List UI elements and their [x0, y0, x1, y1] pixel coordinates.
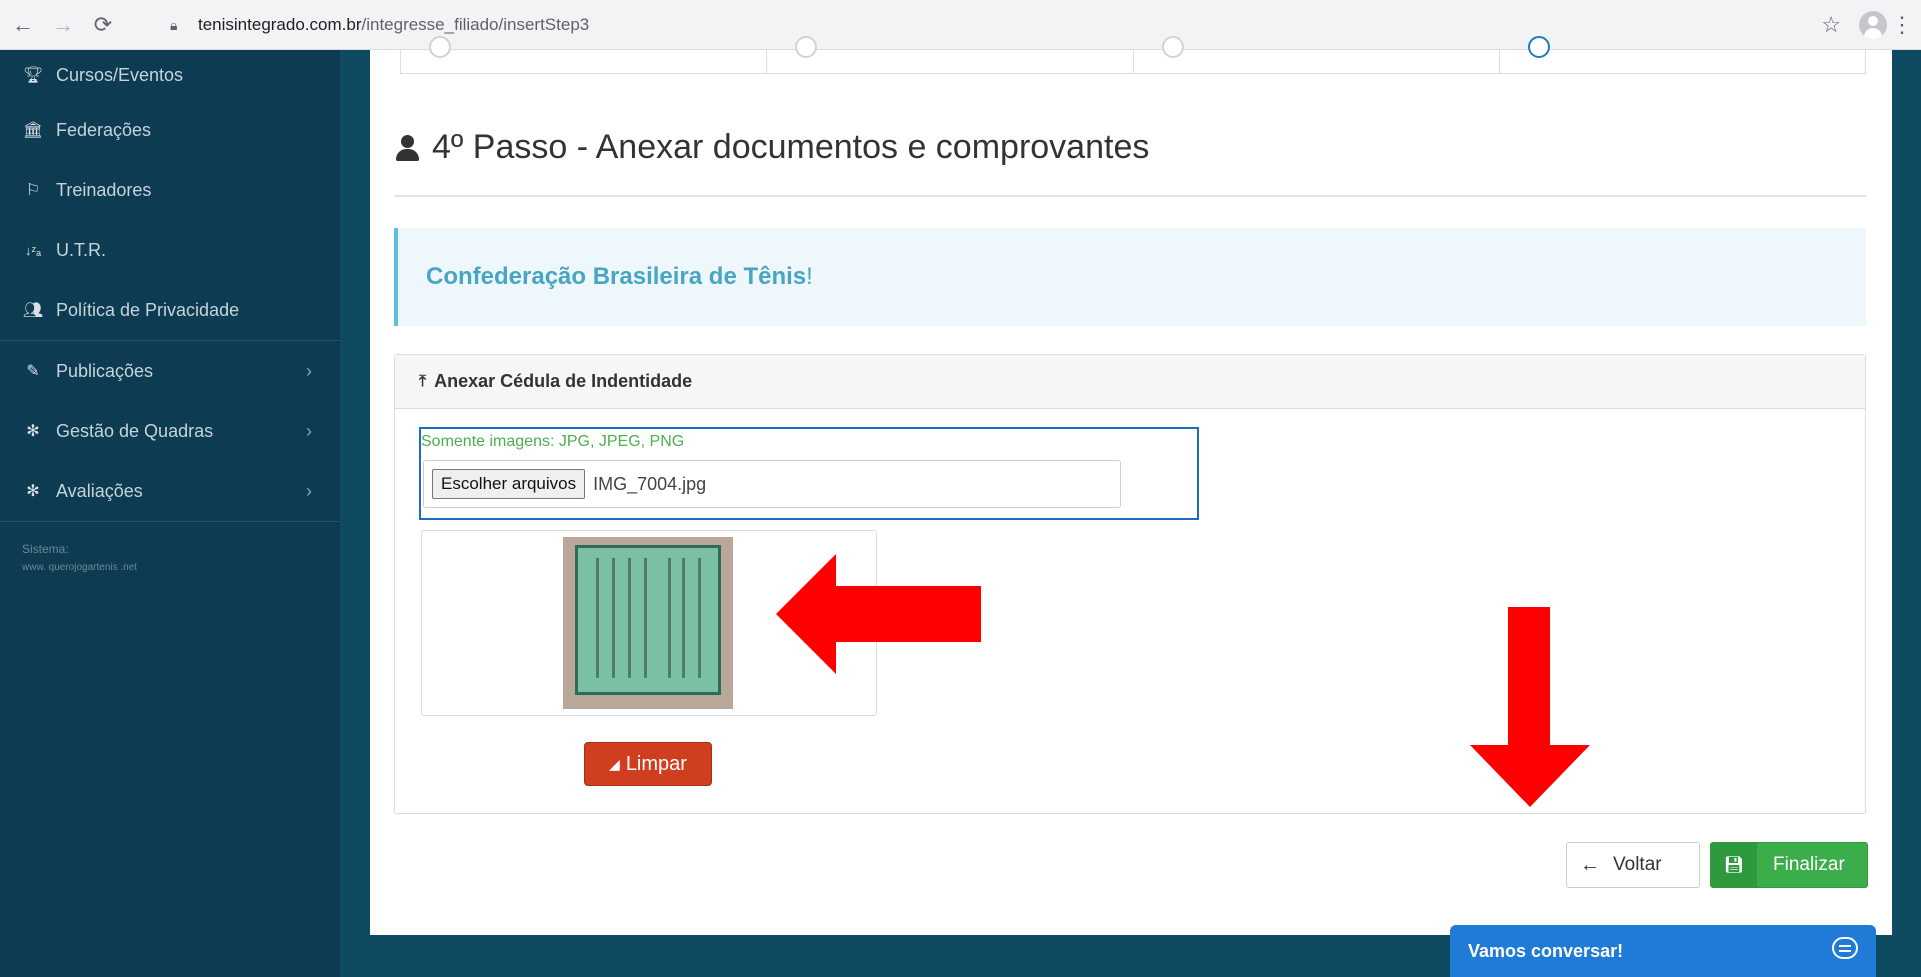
sidebar-item-label: Publicações [56, 360, 154, 381]
arrow-left-icon: ← [1580, 853, 1600, 876]
reload-icon[interactable]: ⟳ [86, 8, 120, 42]
sidebar: 🏆︎ Cursos/Eventos 🏛︎ Federações ⚐ Treina… [0, 50, 340, 977]
wizard-step [1500, 36, 1865, 73]
browser-toolbar: ← → ⟳ 🔒︎ tenisintegrado.com.br/integress… [0, 0, 1921, 50]
sidebar-item-treinadores[interactable]: ⚐ Treinadores [0, 160, 340, 220]
chevron-right-icon: › [306, 420, 312, 441]
cog-icon: ✻ [26, 423, 40, 440]
clear-button[interactable]: ◢ Limpar [584, 742, 712, 786]
cog-icon: ✻ [26, 483, 40, 500]
sidebar-item-avaliacoes[interactable]: ✻ Avaliações › [0, 461, 340, 521]
forward-arrow-icon[interactable]: → [46, 8, 80, 42]
address-bar[interactable]: 🔒︎ tenisintegrado.com.br/integresse_fili… [170, 8, 1820, 42]
sidebar-item-label: Gestão de Quadras [56, 420, 214, 441]
heading-divider [394, 195, 1866, 197]
upload-field-group: Somente imagens: JPG, JPEG, PNG Escolher… [419, 427, 1199, 520]
panel-title: Anexar Cédula de Indentidade [434, 371, 693, 391]
chevron-right-icon: › [306, 360, 312, 381]
querojogartenis-logo: www. querojogartenis .net [22, 562, 138, 573]
wizard-step [767, 36, 1134, 73]
chevron-right-icon: › [306, 480, 312, 501]
save-icon: 💾︎ [1711, 843, 1757, 887]
chat-bubble-icon [1832, 937, 1858, 959]
id-card-thumbnail [563, 537, 733, 709]
sidebar-item-cursos-eventos[interactable]: 🏆︎ Cursos/Eventos [0, 50, 340, 100]
url-host: tenisintegrado.com.br [198, 15, 362, 34]
lock-icon: 🔒︎ [170, 17, 178, 33]
chat-label: Vamos conversar! [1468, 940, 1624, 961]
eraser-icon: ◢ [609, 755, 620, 772]
institution-icon: 🏛︎ [22, 122, 44, 139]
finish-button[interactable]: 💾︎ Finalizar [1710, 842, 1868, 888]
edit-icon: ✎ [26, 363, 40, 380]
chat-widget[interactable]: Vamos conversar! [1450, 925, 1876, 977]
sidebar-item-label: Federações [56, 119, 152, 140]
bookmark-star-icon[interactable]: ☆ [1821, 12, 1841, 38]
sidebar-item-federacoes[interactable]: 🏛︎ Federações [0, 100, 340, 160]
choose-files-button[interactable]: Escolher arquivos [432, 469, 586, 499]
page-title: 4º Passo - Anexar documentos e comprovan… [394, 128, 1149, 167]
wizard-step [1134, 36, 1500, 73]
main-content: 4º Passo - Anexar documentos e comprovan… [370, 36, 1892, 935]
sidebar-item-publicacoes[interactable]: ✎ Publicações › [0, 341, 340, 401]
url-path: /integresse_filiado/insertStep3 [361, 15, 590, 34]
selected-file-name: IMG_7004.jpg [593, 473, 707, 494]
user-icon [394, 134, 422, 162]
menu-kebab-icon[interactable]: ⋮ [1891, 10, 1913, 40]
users-icon: 👥︎ [22, 302, 44, 319]
upload-hint: Somente imagens: JPG, JPEG, PNG [421, 433, 685, 450]
info-callout: Confederação Brasileira de Tênis! [394, 228, 1866, 326]
system-label: Sistema: [22, 542, 69, 556]
flag-icon: ⚐ [25, 182, 41, 199]
back-button[interactable]: ← Voltar [1566, 842, 1700, 888]
callout-text: Confederação Brasileira de Tênis [426, 263, 807, 290]
wizard-step [401, 36, 768, 73]
wizard-steps [400, 36, 1866, 74]
back-button-label: Voltar [1613, 854, 1662, 875]
file-input[interactable]: Escolher arquivos IMG_7004.jpg [423, 460, 1121, 508]
upload-icon: ⤒ [419, 372, 427, 390]
trophy-icon: 🏆︎ [22, 67, 44, 84]
sort-az-icon: ↓ᶻₐ [25, 242, 41, 258]
sidebar-item-label: Política de Privacidade [56, 299, 240, 320]
finish-button-label: Finalizar [1773, 854, 1845, 875]
sidebar-divider [0, 521, 340, 522]
sidebar-item-label: U.T.R. [56, 239, 107, 260]
red-arrow-down-annotation [1470, 607, 1590, 807]
sidebar-item-gestao-quadras[interactable]: ✻ Gestão de Quadras › [0, 401, 340, 461]
sidebar-item-label: Avaliações [56, 480, 143, 501]
sidebar-item-politica-privacidade[interactable]: 👥︎ Política de Privacidade [0, 280, 340, 340]
back-arrow-icon[interactable]: ← [6, 8, 40, 42]
panel-header: ⤒ Anexar Cédula de Indentidade [395, 355, 1865, 409]
page-title-text: 4º Passo - Anexar documentos e comprovan… [432, 128, 1150, 166]
clear-button-label: Limpar [625, 752, 687, 775]
sidebar-item-utr[interactable]: ↓ᶻₐ U.T.R. [0, 220, 340, 280]
attachment-panel: ⤒ Anexar Cédula de Indentidade Somente i… [394, 354, 1866, 814]
sidebar-item-label: Cursos/Eventos [56, 64, 184, 85]
profile-avatar[interactable] [1859, 11, 1887, 39]
sidebar-item-label: Treinadores [56, 179, 152, 200]
red-arrow-left-annotation [776, 554, 981, 674]
callout-exclamation: ! [806, 263, 813, 290]
